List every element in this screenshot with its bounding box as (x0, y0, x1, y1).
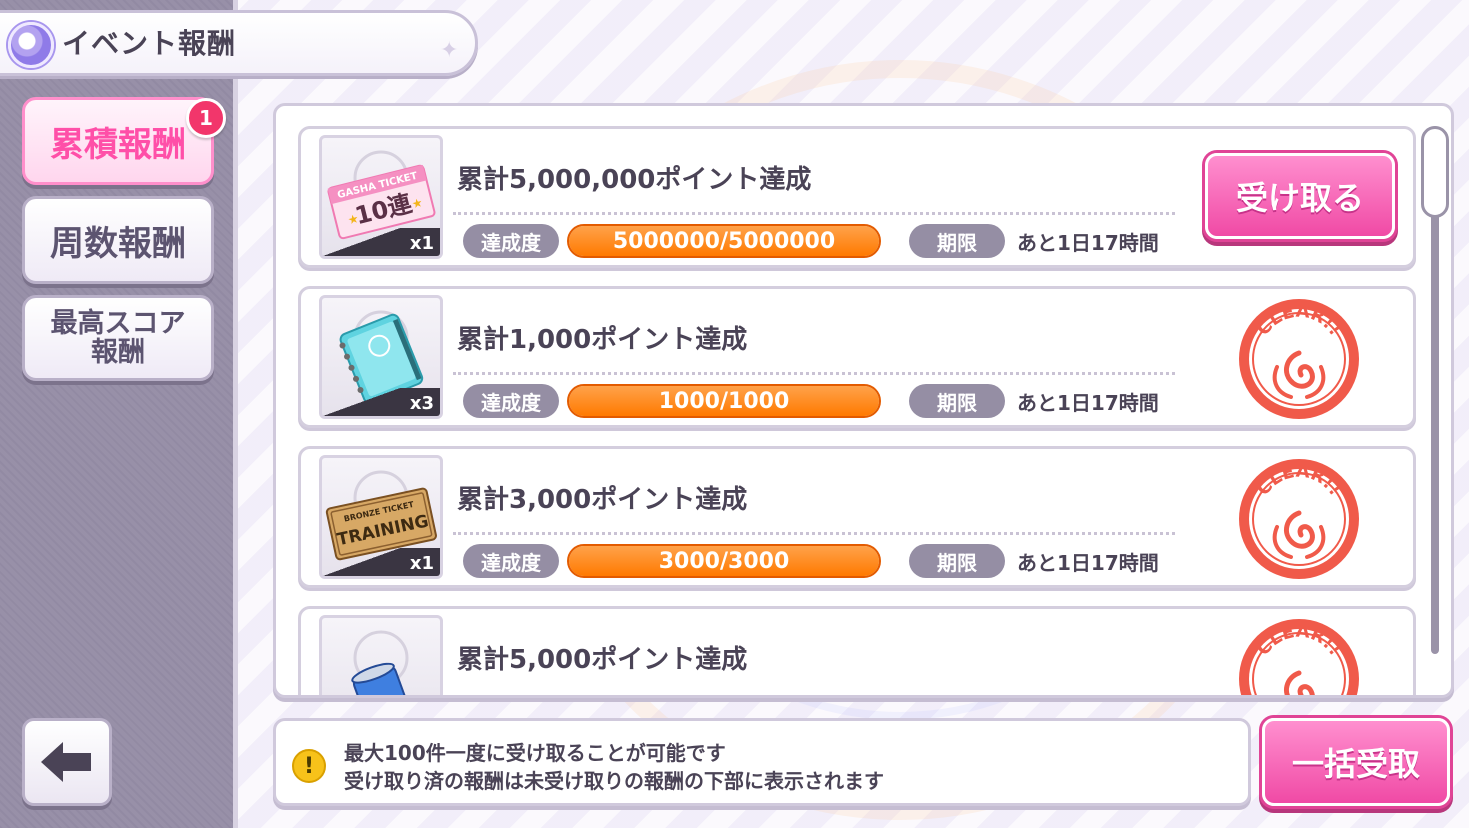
receive-button[interactable]: 受け取る (1205, 153, 1395, 239)
progress-label: 達成度 (463, 544, 559, 578)
divider (453, 372, 1175, 375)
reward-list[interactable]: GASHA TICKET 10連 ★ ★ x1 累計5,000,000ポイント達… (273, 103, 1454, 698)
limit-label: 期限 (909, 544, 1005, 578)
info-line-1: 最大100件一度に受け取ることが可能です (344, 741, 726, 765)
limit-label: 期限 (909, 224, 1005, 258)
tab-label-line2: 報酬 (91, 337, 145, 368)
progress-bar: 1000/1000 (567, 384, 881, 418)
reward-item-frame: BRONZE TICKET TRAINING x1 (319, 455, 443, 579)
reward-row: BRONZE TICKET TRAINING x1 累計3,000ポイント達成 … (298, 446, 1416, 588)
progress-label: 達成度 (463, 384, 559, 418)
clear-stamp-icon: CLEAR!! (1239, 619, 1359, 695)
progress-text: 3000/3000 (658, 548, 790, 574)
item-count: x1 (409, 553, 434, 574)
reward-title: 累計3,000ポイント達成 (457, 485, 748, 515)
reward-title: 累計5,000,000ポイント達成 (457, 165, 812, 195)
limit-text: あと1日17時間 (1017, 391, 1159, 415)
exclamation-icon: ! (292, 749, 326, 783)
progress-text: 5000000/5000000 (612, 228, 836, 254)
reward-title: 累計5,000ポイント達成 (457, 645, 748, 675)
clear-stamp-icon: CLEAR!! (1239, 299, 1359, 419)
progress-text: 1000/1000 (658, 388, 790, 414)
reward-item-frame (319, 615, 443, 695)
divider (453, 532, 1175, 535)
info-box: ! 最大100件一度に受け取ることが可能です 受け取り済の報酬は未受け取りの報酬… (273, 718, 1251, 806)
sparkle-icon: ✦ (440, 38, 459, 63)
tab-lap-rewards[interactable]: 周数報酬 (22, 196, 214, 284)
progress-bar: 5000000/5000000 (567, 224, 881, 258)
item-count: x1 (409, 233, 434, 254)
limit-label: 期限 (909, 384, 1005, 418)
back-button[interactable] (22, 718, 112, 806)
event-icon (8, 22, 54, 68)
tab-label: 周数報酬 (50, 223, 186, 264)
reward-row: 累計5,000ポイント達成 CLEAR!! (298, 606, 1416, 695)
tab-high-score-rewards[interactable]: 最高スコア 報酬 (22, 295, 214, 381)
drink-can-icon (351, 630, 416, 695)
scrollbar-thumb[interactable] (1421, 126, 1449, 218)
tab-cumulative-rewards[interactable]: 累積報酬 (22, 97, 214, 185)
item-count: x3 (409, 393, 434, 414)
tab-label-line1: 最高スコア (50, 308, 186, 339)
progress-bar: 3000/3000 (567, 544, 881, 578)
page-title: イベント報酬 (62, 27, 237, 60)
info-line-2: 受け取り済の報酬は未受け取りの報酬の下部に表示されます (344, 769, 884, 793)
notification-badge: 1 (186, 98, 226, 138)
limit-text: あと1日17時間 (1017, 231, 1159, 255)
limit-text: あと1日17時間 (1017, 551, 1159, 575)
reward-title: 累計1,000ポイント達成 (457, 325, 748, 355)
progress-label: 達成度 (463, 224, 559, 258)
divider (453, 212, 1175, 215)
reward-row: GASHA TICKET 10連 ★ ★ x1 累計5,000,000ポイント達… (298, 126, 1416, 268)
bulk-receive-button[interactable]: 一括受取 (1262, 718, 1450, 806)
clear-stamp-icon: CLEAR!! (1239, 459, 1359, 579)
reward-item-frame: GASHA TICKET 10連 ★ ★ x1 (319, 135, 443, 259)
reward-item-frame: x3 (319, 295, 443, 419)
reward-row: x3 累計1,000ポイント達成 達成度 1000/1000 期限 あと1日17… (298, 286, 1416, 428)
back-arrow-icon (41, 742, 91, 782)
tab-label: 累積報酬 (50, 124, 186, 165)
